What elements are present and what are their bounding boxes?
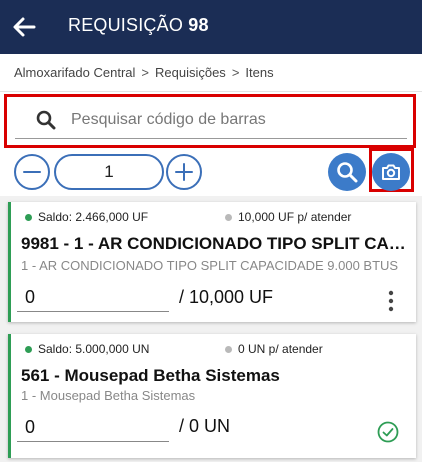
breadcrumb: Almoxarifado Central > Requisições > Ite…: [0, 54, 422, 92]
breadcrumb-separator: >: [141, 65, 149, 80]
minus-icon: [23, 171, 41, 173]
saldo-dot-icon: [25, 214, 32, 222]
search-button[interactable]: [328, 153, 366, 191]
saldo-dot-icon: [25, 346, 32, 354]
search-highlight-frame: [4, 94, 416, 148]
saldo-info: Saldo: 2.466,000 UF: [25, 210, 148, 224]
plus-icon: [175, 163, 193, 181]
more-options-icon[interactable]: [388, 290, 394, 312]
quantity-input[interactable]: 0: [17, 282, 169, 312]
item-card[interactable]: Saldo: 5.000,000 UN 0 UN p/ atender 561 …: [8, 334, 416, 458]
item-card[interactable]: Saldo: 2.466,000 UF 10,000 UF p/ atender…: [8, 202, 416, 322]
breadcrumb-item-requisicoes[interactable]: Requisições: [155, 65, 226, 80]
atender-dot-icon: [225, 346, 232, 354]
app-bar: REQUISIÇÃO 98: [0, 0, 422, 54]
item-total: / 0 UN: [179, 416, 231, 436]
breadcrumb-item-itens: Itens: [245, 65, 274, 80]
page-title-number: 98: [188, 15, 209, 35]
camera-icon: [382, 164, 400, 180]
search-icon: [36, 110, 56, 130]
search-field[interactable]: [15, 101, 407, 139]
page-title: REQUISIÇÃO 98: [68, 15, 209, 36]
increment-button[interactable]: [166, 154, 202, 190]
item-subtitle: 1 - Mousepad Betha Sistemas: [21, 388, 196, 403]
quantity-stepper[interactable]: 1: [54, 154, 164, 190]
atender-text: 10,000 UF p/ atender: [238, 210, 352, 224]
item-title: 9981 - 1 - AR CONDICIONADO TIPO SPLIT CA…: [21, 234, 411, 253]
decrement-button[interactable]: [14, 154, 50, 190]
search-panel: 1: [0, 92, 422, 196]
saldo-text: Saldo: 2.466,000 UF: [38, 210, 149, 224]
camera-scan-button[interactable]: [372, 153, 410, 191]
barcode-search-input[interactable]: [71, 107, 391, 133]
back-arrow-icon[interactable]: [10, 13, 38, 41]
breadcrumb-item-almoxarifado[interactable]: Almoxarifado Central: [14, 65, 135, 80]
breadcrumb-separator: >: [231, 65, 240, 80]
atender-info: 10,000 UF p/ atender: [225, 210, 351, 224]
atender-dot-icon: [225, 214, 232, 222]
atender-text: 0 UN p/ atender: [238, 342, 323, 356]
quantity-input[interactable]: 0: [17, 412, 169, 442]
search-icon: [337, 162, 358, 183]
item-total: / 10,000 UF: [179, 287, 274, 307]
saldo-info: Saldo: 5.000,000 UN: [25, 342, 149, 356]
atender-info: 0 UN p/ atender: [225, 342, 323, 356]
check-circle-icon: [377, 421, 399, 443]
page-title-prefix: REQUISIÇÃO: [68, 15, 184, 35]
saldo-text: Saldo: 5.000,000 UN: [38, 342, 150, 356]
item-title: 561 - Mousepad Betha Sistemas: [21, 366, 280, 385]
item-subtitle: 1 - AR CONDICIONADO TIPO SPLIT CAPACIDAD…: [21, 258, 399, 273]
